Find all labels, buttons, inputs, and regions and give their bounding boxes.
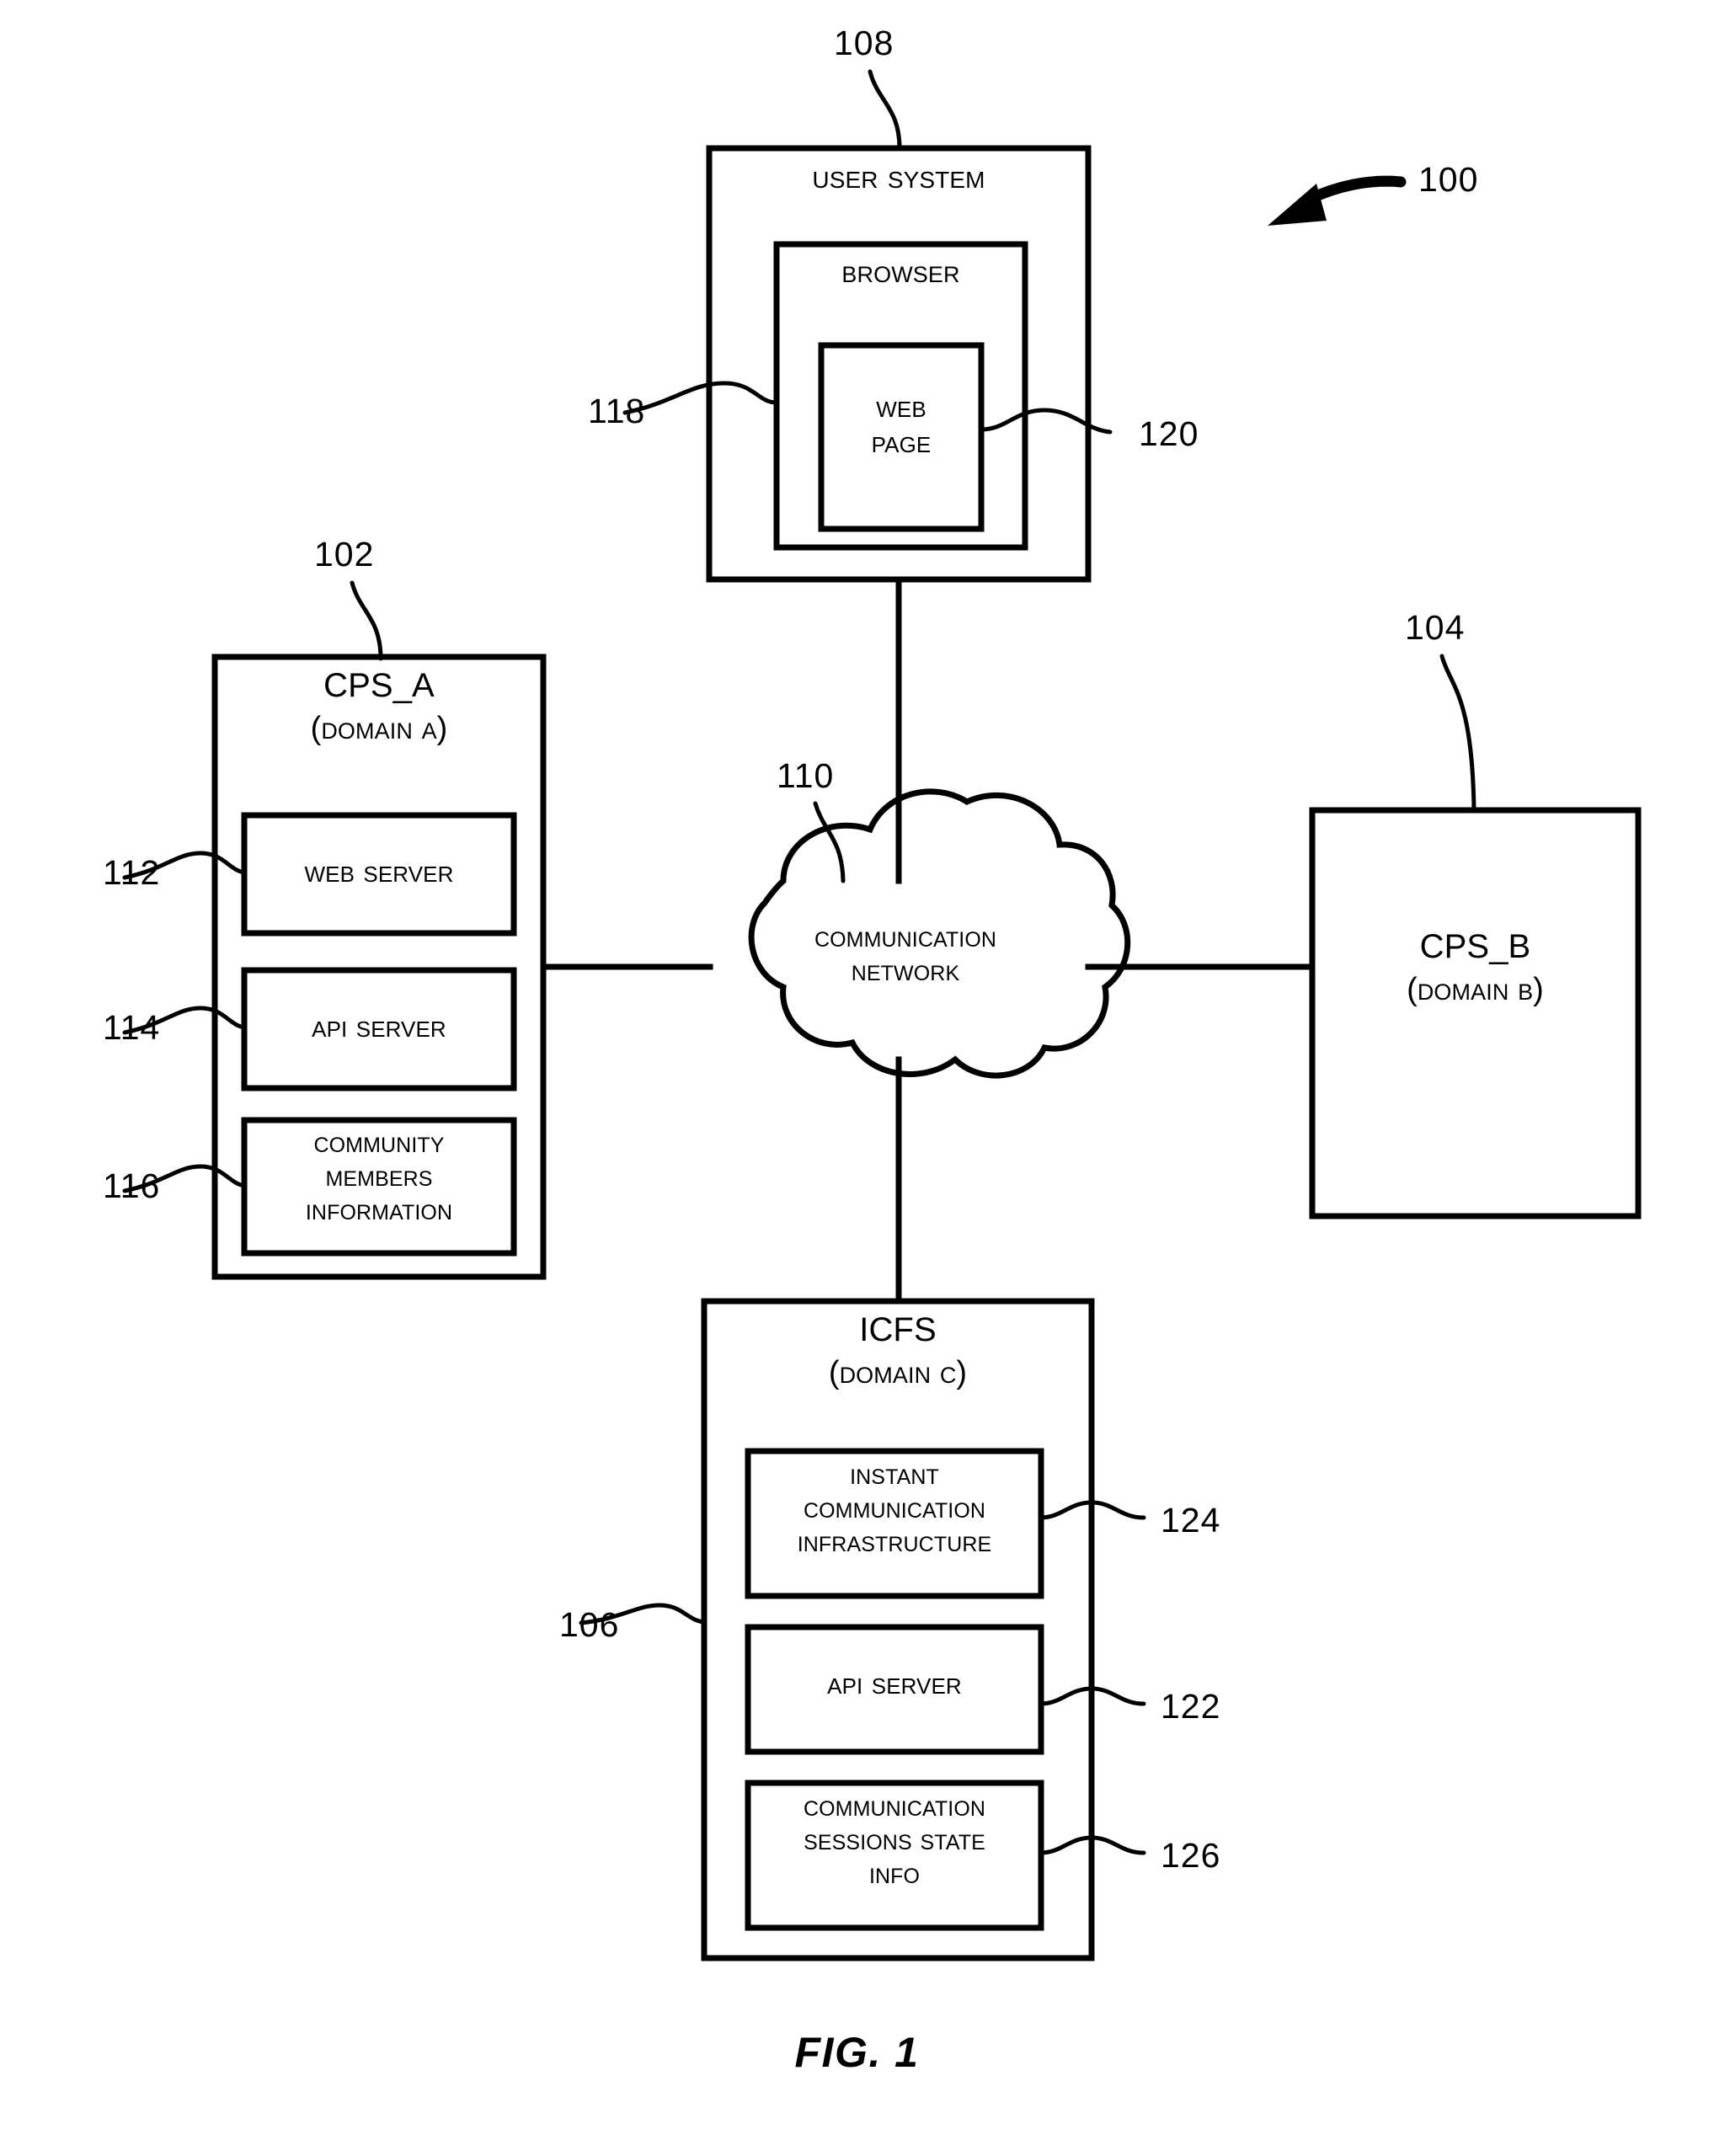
ref-number-118: 118 — [588, 392, 646, 430]
leader-118 — [622, 381, 779, 415]
leader-108 — [868, 69, 902, 151]
figure-caption: FIG. 1 — [794, 2029, 920, 2076]
cps-a-title: CPS_A — [323, 667, 435, 704]
ref-number-120: 120 — [1139, 414, 1199, 453]
ref-number-102: 102 — [314, 535, 375, 574]
ref-number-112: 112 — [103, 853, 161, 892]
ref-number-116: 116 — [103, 1166, 161, 1205]
cps-a-component-label-1: API Server — [312, 1009, 446, 1043]
leader-110 — [813, 801, 846, 883]
user-system-title: User System — [812, 158, 985, 195]
ref-number-108: 108 — [834, 24, 894, 62]
ref-number-104: 104 — [1405, 608, 1466, 647]
browser-title: Browser — [841, 254, 960, 290]
ref-number-122: 122 — [1161, 1687, 1221, 1726]
cps-a-component-label-2: Community Members Information — [305, 1126, 453, 1226]
leader-102 — [350, 580, 383, 661]
patent-figure-1: User System Browser Web Page CPS_A (Doma… — [0, 0, 1714, 2156]
cps-b-subtitle: (Domain B) — [1407, 972, 1544, 1007]
communication-network-title: Communication Network — [814, 921, 997, 987]
cps-b-box — [1309, 807, 1642, 1219]
leader-104 — [1439, 654, 1476, 813]
ref-number-106: 106 — [559, 1605, 620, 1644]
system-ref-arrow — [1268, 175, 1407, 226]
icfs-title: ICFS — [859, 1311, 937, 1348]
web-page-title: Web Page — [871, 389, 932, 460]
icfs-component-label-2: Communication Sessions State Info — [803, 1790, 986, 1890]
cps-a-subtitle: (Domain A) — [310, 711, 448, 746]
icfs-component-label-1: API Server — [827, 1666, 962, 1700]
ref-number-114: 114 — [103, 1008, 161, 1047]
ref-number-100: 100 — [1418, 160, 1479, 199]
ref-number-110: 110 — [777, 756, 835, 795]
user-system-box — [706, 145, 1092, 583]
ref-number-126: 126 — [1161, 1836, 1221, 1875]
icfs-subtitle: (Domain C) — [828, 1355, 968, 1390]
cps-b-title: CPS_B — [1419, 928, 1531, 965]
cps-a-component-label-0: Web Server — [304, 854, 454, 889]
ref-number-124: 124 — [1161, 1501, 1221, 1540]
icfs-component-label-0: Instant Communication Infrastructure — [797, 1458, 992, 1558]
